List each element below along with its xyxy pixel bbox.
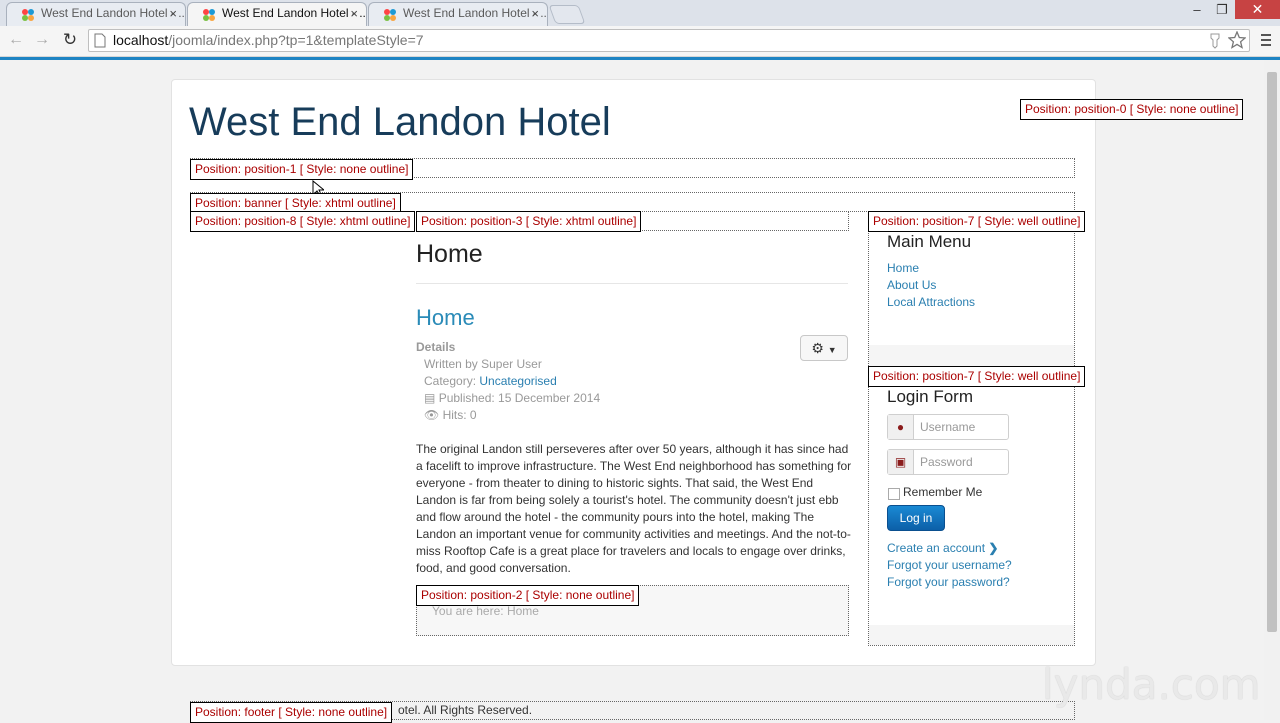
reload-icon[interactable]: ↻	[60, 30, 80, 50]
article-body: The original Landon still perseveres aft…	[416, 442, 852, 575]
chevron-right-icon: ❯	[988, 541, 999, 555]
url-text[interactable]: localhost/joomla/index.php?tp=1&template…	[113, 32, 424, 48]
article-title[interactable]: Home	[416, 305, 475, 331]
well-footer	[869, 345, 1074, 368]
username-field[interactable]: ● Username	[887, 414, 1009, 440]
forgot-username-link[interactable]: Forgot your username?	[887, 558, 1012, 572]
menu-item-local-attractions[interactable]: Local Attractions	[887, 295, 975, 309]
page-icon	[94, 33, 106, 48]
gear-icon: ⚙	[811, 340, 824, 356]
password-placeholder: Password	[920, 455, 973, 469]
category-info: Category: Uncategorised	[424, 374, 557, 388]
menu-item-about-us[interactable]: About Us	[887, 278, 936, 292]
category-link[interactable]: Uncategorised	[479, 374, 556, 388]
window-close-icon[interactable]: ✕	[1235, 0, 1280, 19]
footer-copyright: otel. All Rights Reserved.	[398, 703, 533, 717]
scrollbar-thumb[interactable]	[1267, 72, 1277, 632]
joomla-favicon-icon	[22, 9, 34, 21]
page-top-accent	[0, 57, 1280, 60]
browser-tab-1[interactable]: West End Landon Hotel - ... ×	[6, 2, 186, 26]
password-field[interactable]: ▣ Password	[887, 449, 1009, 475]
details-label: Details	[416, 340, 456, 354]
login-button[interactable]: Log in	[887, 505, 945, 531]
url-host: localhost	[113, 32, 169, 48]
well-footer	[869, 625, 1074, 645]
eye-icon: 👁	[424, 408, 440, 422]
position-8-label: Position: position-8 [ Style: xhtml outl…	[190, 211, 416, 232]
forward-icon[interactable]: →	[32, 31, 52, 49]
position-0-label: Position: position-0 [ Style: none outli…	[1020, 99, 1244, 120]
position-2-label: Position: position-2 [ Style: none outli…	[416, 585, 640, 606]
tab-title: West End Landon Hotel - ...	[222, 6, 367, 20]
back-icon[interactable]: ←	[6, 31, 26, 49]
main-menu-title: Main Menu	[887, 232, 972, 251]
login-form-title: Login Form	[887, 387, 973, 406]
browser-tab-2[interactable]: West End Landon Hotel - ... ×	[187, 2, 367, 26]
joomla-favicon-icon	[384, 9, 396, 21]
remember-me-label[interactable]: Remember Me	[903, 485, 982, 499]
restore-icon[interactable]: ❐	[1207, 2, 1237, 18]
breadcrumb: You are here: Home	[432, 604, 539, 618]
article-tools-button[interactable]: ⚙ ▼	[800, 335, 848, 361]
caret-down-icon: ▼	[827, 345, 837, 355]
lynda-watermark: lynda.com	[1042, 660, 1261, 709]
forgot-password-link[interactable]: Forgot your password?	[887, 575, 1010, 589]
remember-me-checkbox[interactable]	[888, 488, 900, 500]
browser-tab-3[interactable]: West End Landon Hotel - ... ×	[368, 2, 548, 26]
tab-close-icon[interactable]: ×	[531, 6, 539, 21]
joomla-favicon-icon	[203, 9, 215, 21]
position-3-label: Position: position-3 [ Style: xhtml outl…	[416, 211, 642, 232]
user-icon: ●	[888, 415, 914, 439]
calendar-icon: ▤	[424, 391, 436, 405]
hits-info: 👁 Hits: 0	[424, 408, 477, 422]
tab-close-icon[interactable]: ×	[350, 6, 358, 21]
published-info: ▤ Published: 15 December 2014	[424, 391, 600, 405]
position-1-label: Position: position-1 [ Style: none outli…	[190, 159, 414, 180]
tab-title: West End Landon Hotel - ...	[41, 6, 186, 20]
page-action-icon[interactable]	[1208, 32, 1222, 49]
menu-icon[interactable]	[1260, 32, 1272, 48]
username-placeholder: Username	[920, 420, 976, 434]
bookmark-star-icon[interactable]	[1228, 31, 1246, 49]
hits-count: Hits: 0	[442, 408, 477, 422]
lock-icon: ▣	[888, 450, 914, 474]
menu-item-home[interactable]: Home	[887, 261, 919, 275]
site-title[interactable]: West End Landon Hotel	[189, 100, 611, 145]
tab-title: West End Landon Hotel - ...	[403, 6, 548, 20]
url-path: /joomla/index.php?tp=1&templateStyle=7	[168, 32, 424, 48]
category-label: Category:	[424, 374, 477, 388]
tab-close-icon[interactable]: ×	[169, 6, 177, 21]
position-7-label: Position: position-7 [ Style: well outli…	[868, 211, 1086, 232]
author-info: Written by Super User	[424, 357, 542, 371]
create-account-link[interactable]: Create an account ❯	[887, 541, 998, 555]
divider	[416, 283, 848, 284]
create-account-label: Create an account	[887, 541, 986, 555]
new-tab-button[interactable]	[548, 5, 586, 24]
published-date: Published: 15 December 2014	[438, 391, 601, 405]
position-7-label: Position: position-7 [ Style: well outli…	[868, 366, 1086, 387]
page-heading: Home	[416, 240, 483, 268]
